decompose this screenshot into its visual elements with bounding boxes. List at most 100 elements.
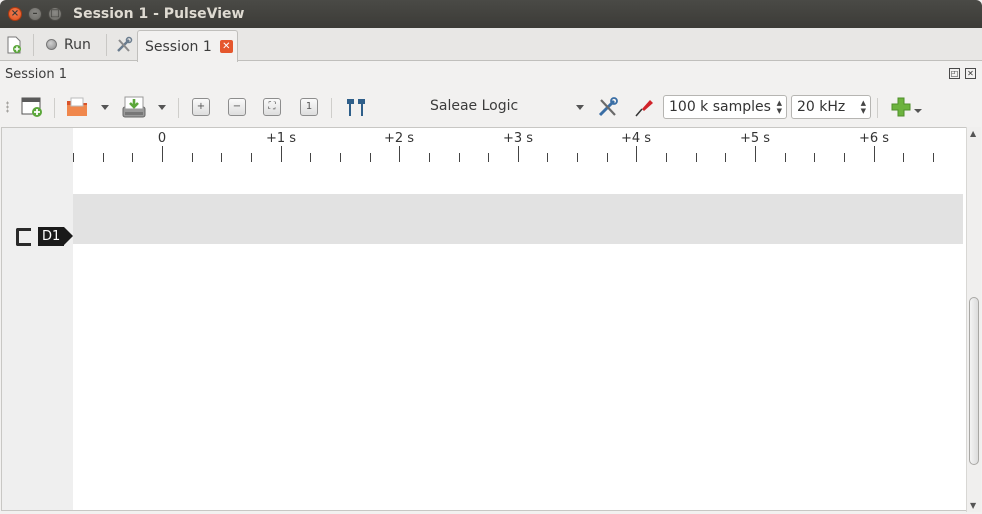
scroll-up-icon[interactable]: ▲ <box>970 129 976 138</box>
vertical-scrollbar[interactable]: ▲ ▼ <box>966 127 981 512</box>
ruler-major-tick <box>281 146 282 162</box>
window-close-button[interactable]: × <box>8 7 22 21</box>
session-toolbar: + − ⛶ 1 Saleae Logic 100 k samples ▲ ▼ 20… <box>0 88 982 126</box>
ruler-major-tick <box>636 146 637 162</box>
window-title: Session 1 - PulseView <box>73 6 245 22</box>
title-bar: × – □ Session 1 - PulseView <box>0 0 982 28</box>
probe-config-button[interactable] <box>632 94 656 120</box>
open-menu-arrow[interactable] <box>98 94 112 120</box>
ruler-major-tick <box>518 146 519 162</box>
tab-session-1[interactable]: Session 1 ✕ <box>137 30 238 62</box>
main-tab-bar: Run Session 1 ✕ <box>0 28 982 62</box>
save-button[interactable] <box>121 94 147 120</box>
scrollbar-thumb[interactable] <box>969 297 979 465</box>
save-menu-arrow[interactable] <box>155 94 169 120</box>
ruler-major-tick <box>399 146 400 162</box>
ruler-major-tick <box>874 146 875 162</box>
ruler-minor-tick <box>251 153 252 162</box>
ruler-minor-tick <box>577 153 578 162</box>
settings-button[interactable] <box>115 28 133 61</box>
sample-count-spinbox[interactable]: 100 k samples ▲ ▼ <box>663 95 787 119</box>
samplerate-spinbox[interactable]: 20 kHz ▲ ▼ <box>791 95 871 119</box>
ruler-minor-tick <box>666 153 667 162</box>
tab-session-label: Session 1 <box>145 38 212 55</box>
run-indicator-icon <box>46 39 57 50</box>
ruler-minor-tick <box>785 153 786 162</box>
cursors-button[interactable] <box>343 94 369 120</box>
zoom-one-to-one-button[interactable]: 1 <box>299 94 319 120</box>
chevron-down-icon <box>913 109 922 113</box>
device-menu-arrow[interactable] <box>573 94 587 120</box>
ruler-minor-tick <box>696 153 697 162</box>
device-config-button[interactable] <box>596 94 620 120</box>
run-button[interactable]: Run <box>46 28 91 61</box>
ruler-minor-tick <box>488 153 489 162</box>
ruler-minor-tick <box>547 153 548 162</box>
trace-viewport[interactable]: 0 +1 s +2 s +3 s +4 s +5 s +6 s D1 <box>1 127 967 511</box>
ruler-minor-tick <box>429 153 430 162</box>
zoom-out-button[interactable]: − <box>227 94 247 120</box>
toolbar-grip[interactable] <box>6 101 9 113</box>
ruler-minor-tick <box>103 153 104 162</box>
zoom-in-icon: + <box>192 98 210 116</box>
new-view-button[interactable] <box>19 94 45 120</box>
ruler-minor-tick <box>814 153 815 162</box>
ruler-minor-tick <box>310 153 311 162</box>
chevron-down-icon <box>576 104 584 110</box>
ruler-major-tick <box>162 146 163 162</box>
trace-label-d1[interactable]: D1 <box>38 227 73 246</box>
ruler-tick-label: 0 <box>157 131 167 146</box>
folder-open-icon <box>67 97 87 116</box>
tab-close-icon[interactable]: ✕ <box>219 40 233 53</box>
zoom-out-icon: − <box>228 98 246 116</box>
ruler-minor-tick <box>459 153 460 162</box>
device-selector[interactable]: Saleae Logic <box>430 98 518 114</box>
run-label: Run <box>64 36 91 53</box>
ruler-minor-tick <box>221 153 222 162</box>
chevron-down-icon <box>158 104 166 110</box>
ruler-minor-tick <box>192 153 193 162</box>
ruler-minor-tick <box>370 153 371 162</box>
ruler-minor-tick <box>132 153 133 162</box>
zoom-original-icon: 1 <box>300 98 318 116</box>
ruler-minor-tick <box>844 153 845 162</box>
trace-handle-icon[interactable] <box>16 228 31 246</box>
zoom-fit-button[interactable]: ⛶ <box>262 94 282 120</box>
ruler-tick-label: +6 s <box>858 131 890 146</box>
ruler-major-tick <box>755 146 756 162</box>
tools-icon <box>598 97 618 117</box>
cursors-icon <box>347 99 365 116</box>
chevron-down-icon <box>101 104 109 110</box>
ruler-minor-tick <box>340 153 341 162</box>
save-icon <box>122 96 146 118</box>
ruler-minor-tick <box>903 153 904 162</box>
dock-title: Session 1 <box>5 67 68 82</box>
spin-arrows-icon[interactable]: ▲ ▼ <box>777 99 782 115</box>
open-button[interactable] <box>65 94 91 120</box>
spin-arrows-icon[interactable]: ▲ ▼ <box>861 99 866 115</box>
time-ruler[interactable]: 0 +1 s +2 s +3 s +4 s +5 s +6 s <box>2 128 966 164</box>
ruler-minor-tick <box>607 153 608 162</box>
tools-icon <box>117 36 133 52</box>
ruler-tick-label: +2 s <box>383 131 415 146</box>
ruler-tick-label: +3 s <box>502 131 534 146</box>
trace-header-column <box>2 128 73 510</box>
dock-float-icon[interactable]: ◰ <box>949 68 960 79</box>
probe-icon <box>635 100 653 117</box>
samplerate-value: 20 kHz <box>797 99 846 115</box>
ruler-minor-tick <box>933 153 934 162</box>
trace-row-d1[interactable] <box>73 194 963 244</box>
new-session-icon <box>7 36 21 53</box>
ruler-tick-label: +5 s <box>739 131 771 146</box>
window-minimize-button[interactable]: – <box>28 7 42 21</box>
sample-count-value: 100 k samples <box>669 99 771 115</box>
window-maximize-button[interactable]: □ <box>48 7 62 21</box>
add-icon <box>891 97 910 117</box>
zoom-fit-icon: ⛶ <box>263 98 281 116</box>
zoom-in-button[interactable]: + <box>191 94 211 120</box>
ruler-tick-label: +1 s <box>265 131 297 146</box>
dock-close-icon[interactable]: ✕ <box>965 68 976 79</box>
add-decoder-button[interactable] <box>888 94 922 120</box>
scroll-down-icon[interactable]: ▼ <box>970 501 976 510</box>
new-session-button[interactable] <box>5 28 23 61</box>
